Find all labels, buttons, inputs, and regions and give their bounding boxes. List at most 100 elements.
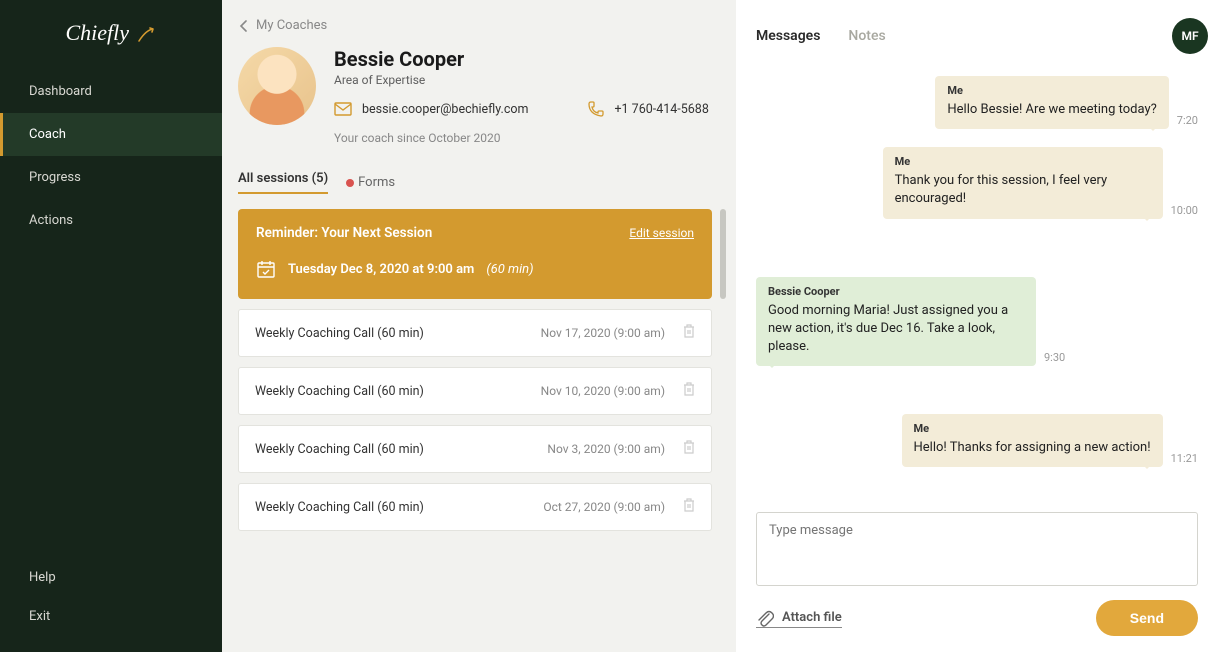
message-text: Hello! Thanks for assigning a new action… bbox=[914, 439, 1151, 457]
attach-file-button[interactable]: Attach file bbox=[756, 609, 842, 628]
message-row: Me Hello! Thanks for assigning a new act… bbox=[756, 414, 1198, 467]
message-text: Good morning Maria! Just assigned you a … bbox=[768, 302, 1024, 357]
chat-header: Messages Notes MF bbox=[736, 0, 1208, 76]
coach-since: Your coach since October 2020 bbox=[334, 131, 709, 145]
nav-coach[interactable]: Coach bbox=[0, 113, 222, 156]
coach-phone: +1 760-414-5688 bbox=[614, 102, 708, 117]
breadcrumb-label: My Coaches bbox=[256, 18, 327, 33]
coach-profile: Bessie Cooper Area of Expertise bessie.c… bbox=[238, 47, 712, 145]
reminder-date: Tuesday Dec 8, 2020 at 9:00 am bbox=[288, 262, 474, 277]
user-avatar[interactable]: MF bbox=[1172, 18, 1208, 54]
session-title: Weekly Coaching Call (60 min) bbox=[255, 326, 541, 341]
phone-icon bbox=[588, 101, 604, 117]
coach-subtitle: Area of Expertise bbox=[334, 73, 709, 87]
tab-forms[interactable]: Forms bbox=[346, 175, 395, 190]
delete-session-button[interactable] bbox=[683, 382, 695, 400]
coach-avatar bbox=[238, 47, 316, 125]
sidebar: Chiefly Dashboard Coach Progress Actions… bbox=[0, 0, 222, 652]
session-date: Oct 27, 2020 (9:00 am) bbox=[543, 500, 665, 514]
logo-text: Chiefly bbox=[65, 20, 129, 45]
message-input[interactable] bbox=[756, 512, 1198, 586]
trash-icon bbox=[683, 440, 695, 454]
session-item[interactable]: Weekly Coaching Call (60 min) Oct 27, 20… bbox=[238, 483, 712, 531]
session-title: Weekly Coaching Call (60 min) bbox=[255, 384, 541, 399]
message-sender: Bessie Cooper bbox=[768, 285, 1024, 298]
nav-label: Coach bbox=[29, 127, 66, 142]
message-time: 11:21 bbox=[1171, 452, 1198, 465]
session-date: Nov 3, 2020 (9:00 am) bbox=[547, 442, 665, 456]
phone-item[interactable]: +1 760-414-5688 bbox=[588, 101, 708, 117]
tab-messages[interactable]: Messages bbox=[756, 28, 820, 44]
sessions-list: Reminder: Your Next Session Edit session… bbox=[238, 209, 712, 531]
message-sender: Me bbox=[947, 84, 1156, 97]
compose-area: Attach file Send bbox=[736, 502, 1208, 652]
session-title: Weekly Coaching Call (60 min) bbox=[255, 500, 543, 515]
message-sender: Me bbox=[895, 155, 1151, 168]
message-bubble: Me Hello Bessie! Are we meeting today? bbox=[935, 76, 1168, 129]
session-item[interactable]: Weekly Coaching Call (60 min) Nov 10, 20… bbox=[238, 367, 712, 415]
alert-dot-icon bbox=[346, 179, 354, 187]
message-time: 10:00 bbox=[1171, 204, 1198, 217]
reminder-duration: (60 min) bbox=[486, 262, 533, 277]
message-bubble: Me Thank you for this session, I feel ve… bbox=[883, 147, 1163, 218]
chat-tabs: Messages Notes bbox=[756, 28, 886, 44]
session-item[interactable]: Weekly Coaching Call (60 min) Nov 3, 202… bbox=[238, 425, 712, 473]
trash-icon bbox=[683, 498, 695, 512]
session-date: Nov 10, 2020 (9:00 am) bbox=[541, 384, 665, 398]
message-text: Hello Bessie! Are we meeting today? bbox=[947, 101, 1156, 119]
nav-label: Progress bbox=[29, 170, 81, 185]
tab-label: Notes bbox=[848, 28, 885, 44]
bottom-nav: Help Exit bbox=[0, 558, 222, 652]
nav-help[interactable]: Help bbox=[0, 558, 222, 597]
trash-icon bbox=[683, 382, 695, 396]
tab-label: All sessions (5) bbox=[238, 171, 328, 186]
logo: Chiefly bbox=[0, 0, 222, 70]
delete-session-button[interactable] bbox=[683, 498, 695, 516]
nav-label: Dashboard bbox=[29, 84, 92, 99]
session-title: Weekly Coaching Call (60 min) bbox=[255, 442, 547, 457]
tab-label: Messages bbox=[756, 28, 820, 44]
attach-label: Attach file bbox=[782, 610, 842, 625]
message-sender: Me bbox=[914, 422, 1151, 435]
tab-notes[interactable]: Notes bbox=[848, 28, 885, 44]
breadcrumb-back[interactable]: My Coaches bbox=[238, 18, 712, 33]
messages-list: Me Hello Bessie! Are we meeting today? 7… bbox=[736, 76, 1208, 502]
message-row: Me Hello Bessie! Are we meeting today? 7… bbox=[756, 76, 1198, 129]
email-item[interactable]: bessie.cooper@bechiefly.com bbox=[334, 101, 528, 117]
delete-session-button[interactable] bbox=[683, 440, 695, 458]
tab-label: Forms bbox=[358, 175, 395, 190]
chat-panel: Messages Notes MF Me Hello Bessie! Are w… bbox=[736, 0, 1226, 652]
reminder-card: Reminder: Your Next Session Edit session… bbox=[238, 209, 712, 299]
nav-exit[interactable]: Exit bbox=[0, 597, 222, 636]
coach-email: bessie.cooper@bechiefly.com bbox=[362, 102, 528, 117]
calendar-check-icon bbox=[256, 259, 276, 279]
send-label: Send bbox=[1130, 610, 1164, 626]
session-item[interactable]: Weekly Coaching Call (60 min) Nov 17, 20… bbox=[238, 309, 712, 357]
message-bubble: Bessie Cooper Good morning Maria! Just a… bbox=[756, 277, 1036, 367]
message-time: 7:20 bbox=[1177, 114, 1198, 127]
reminder-title: Reminder: Your Next Session bbox=[256, 225, 432, 241]
coach-info: Bessie Cooper Area of Expertise bessie.c… bbox=[334, 47, 709, 145]
send-button[interactable]: Send bbox=[1096, 600, 1198, 636]
message-text: Thank you for this session, I feel very … bbox=[895, 172, 1151, 208]
nav-label: Exit bbox=[29, 609, 50, 624]
message-row: Bessie Cooper Good morning Maria! Just a… bbox=[756, 277, 1198, 367]
nav-progress[interactable]: Progress bbox=[0, 156, 222, 199]
nav-dashboard[interactable]: Dashboard bbox=[0, 70, 222, 113]
scrollbar[interactable] bbox=[720, 209, 726, 299]
message-bubble: Me Hello! Thanks for assigning a new act… bbox=[902, 414, 1163, 467]
nav-label: Actions bbox=[29, 213, 73, 228]
message-time: 9:30 bbox=[1044, 351, 1065, 364]
user-initials: MF bbox=[1181, 29, 1198, 43]
session-date: Nov 17, 2020 (9:00 am) bbox=[541, 326, 665, 340]
contact-row: bessie.cooper@bechiefly.com +1 760-414-5… bbox=[334, 101, 709, 117]
logo-arrow-icon bbox=[137, 26, 157, 44]
nav-actions[interactable]: Actions bbox=[0, 199, 222, 242]
coach-detail-panel: My Coaches Bessie Cooper Area of Experti… bbox=[222, 0, 736, 652]
session-tabs: All sessions (5) Forms bbox=[238, 171, 712, 195]
mail-icon bbox=[334, 102, 352, 116]
nav-label: Help bbox=[29, 570, 56, 585]
edit-session-link[interactable]: Edit session bbox=[629, 226, 694, 240]
tab-all-sessions[interactable]: All sessions (5) bbox=[238, 171, 328, 194]
delete-session-button[interactable] bbox=[683, 324, 695, 342]
